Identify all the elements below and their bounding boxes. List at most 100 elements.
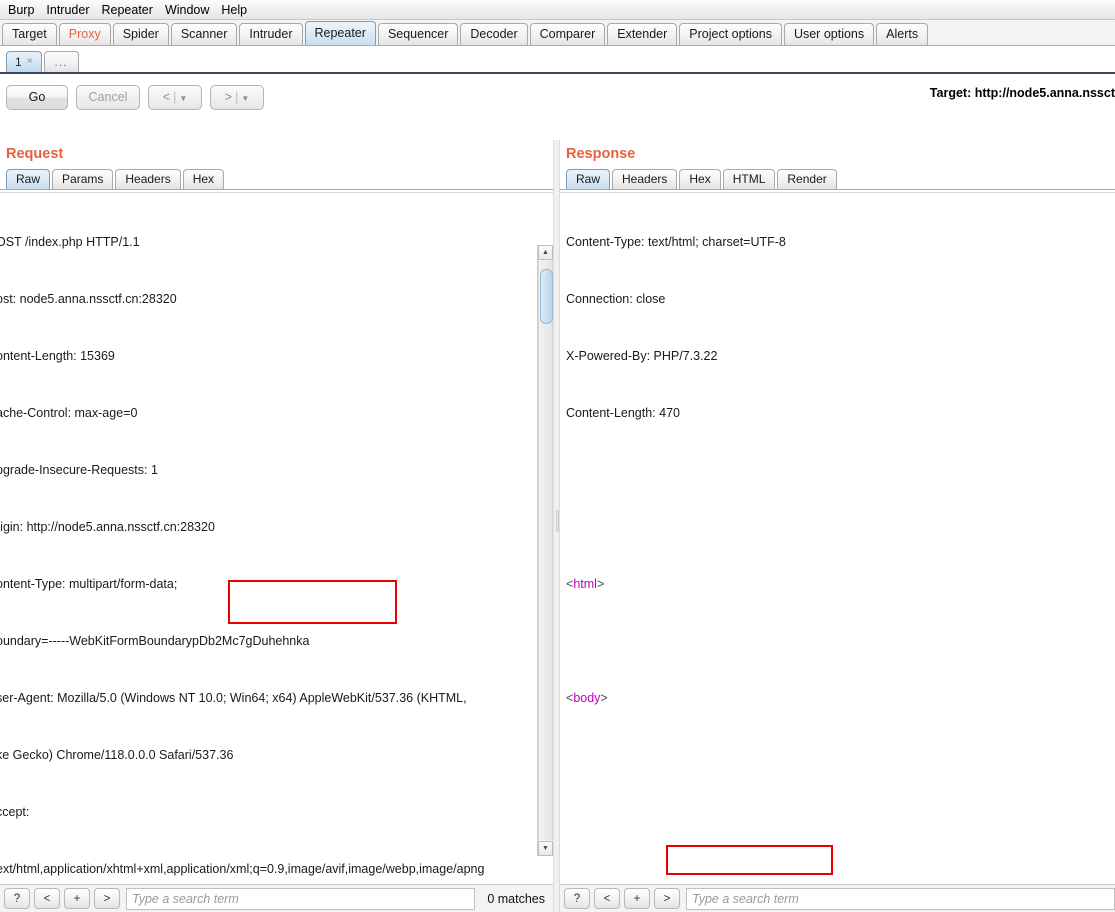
response-header-line: Connection: close xyxy=(566,292,666,306)
splitter-grip[interactable] xyxy=(556,510,559,532)
search-help-icon[interactable]: ? xyxy=(564,888,590,909)
chevron-right-icon: > xyxy=(224,90,233,104)
response-tab-headers[interactable]: Headers xyxy=(612,169,678,189)
tab-proxy[interactable]: Proxy xyxy=(58,23,111,45)
scroll-down-icon[interactable]: ▼ xyxy=(538,841,553,856)
response-pane: Response Raw Headers Hex HTML Render Con… xyxy=(560,140,1115,912)
search-next-button[interactable]: > xyxy=(94,888,120,909)
chevron-left-icon: < xyxy=(162,90,171,104)
tab-extender[interactable]: Extender xyxy=(607,23,678,45)
request-line: ost: node5.anna.nssctf.cn:28320 xyxy=(0,292,177,306)
tab-spider[interactable]: Spider xyxy=(112,23,169,45)
tab-project-options[interactable]: Project options xyxy=(679,23,782,45)
search-prev-button[interactable]: < xyxy=(34,888,60,909)
menu-item-intruder[interactable]: Intruder xyxy=(40,1,95,19)
request-tab-params[interactable]: Params xyxy=(52,169,114,189)
request-line: rigin: http://node5.anna.nssctf.cn:28320 xyxy=(0,520,215,534)
request-tab-raw[interactable]: Raw xyxy=(6,169,51,189)
response-search-input[interactable] xyxy=(686,887,1115,910)
search-add-button[interactable]: + xyxy=(624,888,650,909)
request-tab-headers[interactable]: Headers xyxy=(115,169,181,189)
menu-item-window[interactable]: Window xyxy=(159,1,215,19)
request-line: ke Gecko) Chrome/118.0.0.0 Safari/537.36 xyxy=(0,748,234,762)
response-tab-html[interactable]: HTML xyxy=(722,169,776,189)
request-line: oundary=-----WebKitFormBoundarypDb2Mc7gD… xyxy=(0,634,310,648)
menu-item-repeater[interactable]: Repeater xyxy=(96,1,159,19)
repeater-tab-bar: 1 × ... xyxy=(0,46,1115,74)
response-editor[interactable]: Content-Type: text/html; charset=UTF-8 C… xyxy=(560,192,1115,884)
request-search-input[interactable] xyxy=(126,887,476,910)
burp-suite-window: Burp Intruder Repeater Window Help Targe… xyxy=(0,0,1115,912)
tab-target[interactable]: Target xyxy=(2,23,57,45)
response-tab-render[interactable]: Render xyxy=(777,169,837,189)
go-button[interactable]: Go xyxy=(6,84,68,110)
menu-item-burp[interactable]: Burp xyxy=(2,1,40,19)
request-title: Request xyxy=(6,146,64,162)
request-line: ext/html,application/xhtml+xml,applicati… xyxy=(0,862,485,876)
tab-scanner[interactable]: Scanner xyxy=(170,23,238,45)
request-line: ache-Control: max-age=0 xyxy=(0,406,138,420)
close-icon[interactable]: × xyxy=(27,52,33,72)
request-line: ser-Agent: Mozilla/5.0 (Windows NT 10.0;… xyxy=(0,691,467,705)
request-tab-hex[interactable]: Hex xyxy=(182,169,225,189)
search-add-button[interactable]: + xyxy=(64,888,90,909)
tab-alerts[interactable]: Alerts xyxy=(876,23,929,45)
tab-user-options[interactable]: User options xyxy=(783,23,875,45)
tab-decoder[interactable]: Decoder xyxy=(460,23,528,45)
request-line: OST /index.php HTTP/1.1 xyxy=(0,235,140,249)
menu-bar: Burp Intruder Repeater Window Help xyxy=(0,0,1115,20)
request-vertical-scrollbar[interactable]: ▲ ▼ xyxy=(537,245,553,856)
repeater-tab-label: 1 xyxy=(15,55,22,69)
pane-splitter[interactable] xyxy=(553,140,560,912)
response-header-line: Content-Type: text/html; charset=UTF-8 xyxy=(566,235,786,249)
back-button[interactable]: < | ▼ xyxy=(148,84,202,110)
forward-button[interactable]: > | ▼ xyxy=(210,84,264,110)
response-search-bar: ? < + > xyxy=(560,884,1115,912)
repeater-toolbar: Go Cancel < | ▼ > | ▼ Target: http://nod… xyxy=(0,74,1115,120)
tab-repeater[interactable]: Repeater xyxy=(304,21,376,45)
response-body-open-tag: <body> xyxy=(566,691,608,705)
search-help-icon[interactable]: ? xyxy=(4,888,30,909)
search-next-button[interactable]: > xyxy=(654,888,680,909)
menu-item-help[interactable]: Help xyxy=(215,1,253,19)
response-html-open-tag: <html> xyxy=(566,577,605,591)
tag-name: html xyxy=(573,577,597,591)
response-tab-hex[interactable]: Hex xyxy=(679,169,721,189)
request-editor[interactable]: OST /index.php HTTP/1.1 ost: node5.anna.… xyxy=(0,192,553,884)
response-tab-bar: Raw Headers Hex HTML Render xyxy=(560,166,1115,190)
repeater-tab-new[interactable]: ... xyxy=(43,51,79,72)
cancel-button[interactable]: Cancel xyxy=(76,84,140,110)
response-title: Response xyxy=(566,146,636,162)
button-separator: | xyxy=(235,90,239,104)
request-line: ccept: xyxy=(0,805,30,819)
chevron-down-icon[interactable]: ▼ xyxy=(241,94,249,103)
main-tab-bar: Target Proxy Spider Scanner Intruder Rep… xyxy=(0,20,1115,46)
button-separator: | xyxy=(173,90,177,104)
request-search-bar: ? < + > 0 matches xyxy=(0,884,553,912)
chevron-down-icon[interactable]: ▼ xyxy=(179,94,187,103)
search-prev-button[interactable]: < xyxy=(594,888,620,909)
repeater-tab-1[interactable]: 1 × xyxy=(6,51,42,72)
response-header-line: Content-Length: 470 xyxy=(566,406,680,420)
request-raw-text[interactable]: OST /index.php HTTP/1.1 ost: node5.anna.… xyxy=(0,195,516,884)
scroll-up-icon[interactable]: ▲ xyxy=(538,245,553,260)
editor-panes: Request Raw Params Headers Hex OST /inde… xyxy=(0,140,1115,912)
scrollbar-thumb[interactable] xyxy=(540,269,553,324)
request-pane: Request Raw Params Headers Hex OST /inde… xyxy=(0,140,553,912)
tab-intruder[interactable]: Intruder xyxy=(239,23,303,45)
tab-comparer[interactable]: Comparer xyxy=(529,23,606,45)
request-match-count: 0 matches xyxy=(487,891,545,906)
tab-sequencer[interactable]: Sequencer xyxy=(377,23,459,45)
request-line: ontent-Type: multipart/form-data; xyxy=(0,577,178,591)
response-header-line: X-Powered-By: PHP/7.3.22 xyxy=(566,349,718,363)
response-tab-raw[interactable]: Raw xyxy=(566,169,611,189)
tag-name: body xyxy=(573,691,601,705)
response-raw-text[interactable]: Content-Type: text/html; charset=UTF-8 C… xyxy=(566,195,1115,884)
target-url-label: Target: http://node5.anna.nssct xyxy=(929,86,1115,100)
scrollbar-track[interactable] xyxy=(538,261,553,840)
